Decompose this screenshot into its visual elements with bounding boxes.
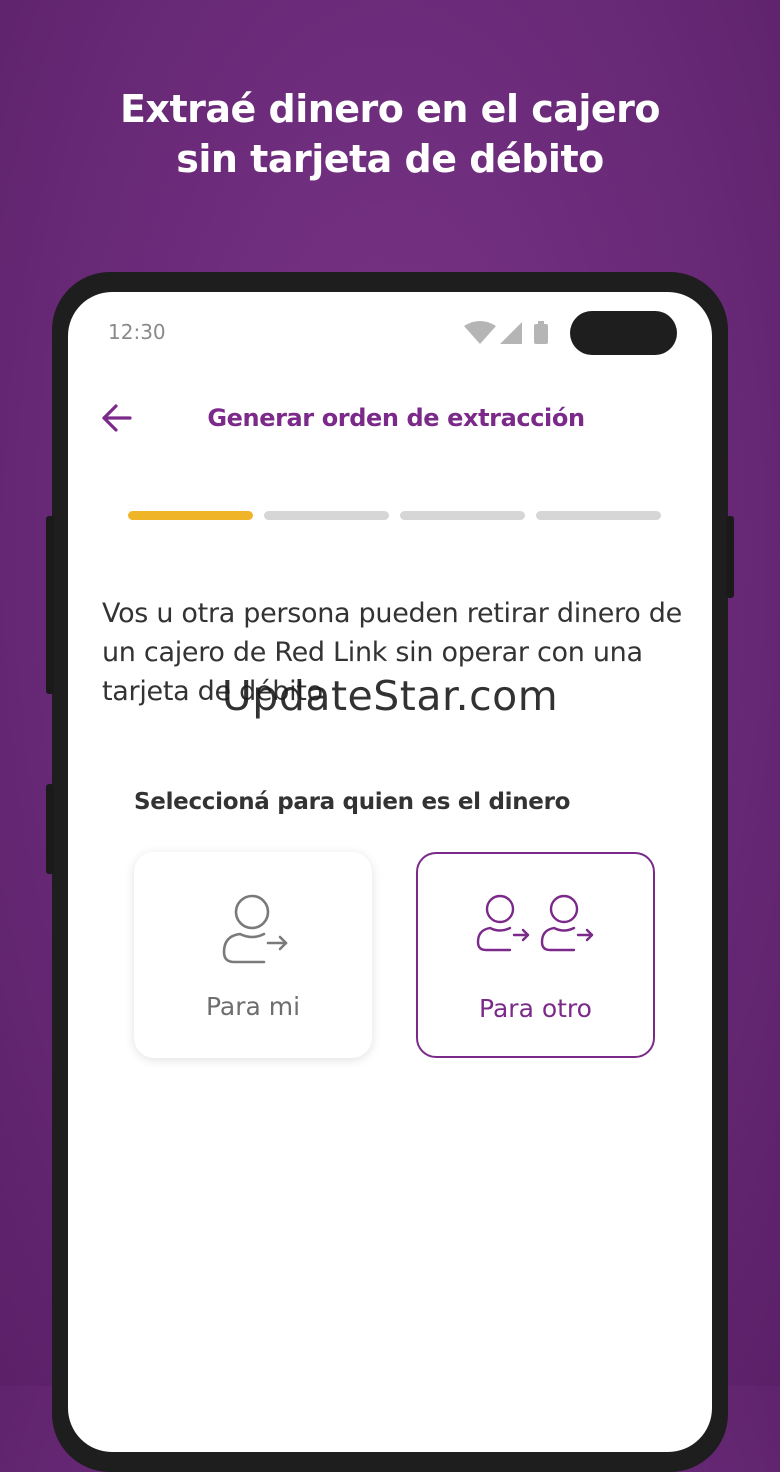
option-para-mi[interactable]: Para mi <box>134 852 372 1058</box>
select-recipient-label: Seleccioná para quien es el dinero <box>134 789 571 815</box>
option-label: Para otro <box>479 994 592 1023</box>
arrow-left-icon <box>102 404 132 432</box>
promo-headline-line2: sin tarjeta de débito <box>176 137 604 181</box>
option-label: Para mi <box>205 992 301 1021</box>
promo-headline: Extraé dinero en el cajero sin tarjeta d… <box>0 84 780 184</box>
step-progress-bar <box>128 511 661 520</box>
status-time: 12:30 <box>108 320 166 344</box>
progress-step-4 <box>536 511 661 520</box>
progress-step-3 <box>400 511 525 520</box>
person-arrow-icon <box>222 894 288 964</box>
battery-icon <box>534 324 548 344</box>
back-button[interactable] <box>100 400 136 436</box>
signal-icon <box>500 322 522 344</box>
phone-side-button-left-2 <box>46 784 54 874</box>
screen-title: Generar orden de extracción <box>207 404 585 432</box>
progress-step-2 <box>264 511 389 520</box>
watermark: UpdateStar.com <box>221 672 559 720</box>
option-para-otro[interactable]: Para otro <box>416 852 655 1058</box>
phone-side-button-left-1 <box>46 516 54 694</box>
camera-cutout <box>570 311 677 355</box>
status-icons <box>464 321 548 344</box>
two-persons-arrow-icon <box>476 894 594 952</box>
progress-step-1 <box>128 511 253 520</box>
wifi-icon <box>464 321 496 344</box>
promo-headline-line1: Extraé dinero en el cajero <box>119 87 661 131</box>
phone-side-button-right <box>726 516 734 598</box>
phone-screen: 12:30 Generar orden de extracción Vos u … <box>68 292 712 1452</box>
